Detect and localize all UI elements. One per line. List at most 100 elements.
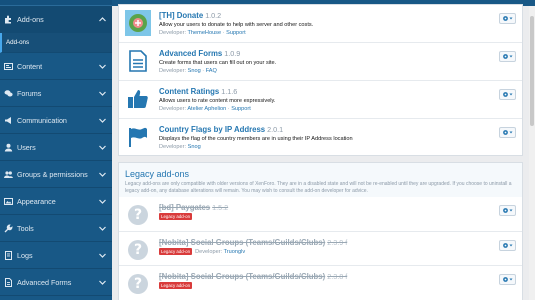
form-icon — [4, 277, 13, 287]
addon-version: 2.0.1 — [267, 125, 284, 134]
main-content: [TH] Donate 1.0.2 Allow your users to don… — [112, 0, 535, 300]
sidebar-item-users[interactable]: Users — [0, 134, 112, 161]
question-icon: ? — [125, 237, 151, 263]
chevron-down-icon — [98, 62, 106, 70]
addon-description: Displays the flag of the country members… — [159, 136, 353, 142]
scrollbar-thumb[interactable] — [530, 16, 534, 126]
developer-link[interactable]: ThemeHouse — [188, 30, 222, 36]
legacy-header: Legacy add-ons Legacy add-ons are only c… — [119, 163, 522, 197]
sidebar-subitem-add-ons[interactable]: Add-ons — [0, 33, 112, 53]
addon-developer: Developer: Atelier Aphelion · Support — [159, 106, 251, 112]
addon-description: Allows users to rate content more expres… — [159, 98, 276, 104]
addon-version: 1.5.2 — [212, 203, 229, 212]
gear-menu-button[interactable] — [499, 240, 516, 251]
addon-description: Create forms that users can fill out on … — [159, 60, 277, 66]
gear-menu-button[interactable] — [499, 127, 516, 138]
logs-icon — [4, 250, 13, 260]
donate-logo-icon — [125, 10, 151, 36]
addon-row: Content Ratings 1.1.6 Allows users to rat… — [119, 81, 522, 119]
faq-link[interactable]: FAQ — [206, 68, 217, 74]
gear-menu-button[interactable] — [499, 205, 516, 216]
image-icon — [4, 197, 13, 206]
addon-version: 1.1.6 — [221, 87, 238, 96]
addon-version: 2.3.8 f — [327, 272, 348, 281]
legacy-heading: Legacy add-ons — [125, 169, 190, 179]
user-icon — [4, 143, 13, 152]
gear-menu-button[interactable] — [499, 274, 516, 285]
addon-title[interactable]: Advanced Forms 1.0.9 — [159, 48, 516, 59]
chevron-down-icon — [98, 116, 106, 124]
chevron-down-icon — [98, 143, 106, 151]
sidebar-item-logs[interactable]: Logs — [0, 242, 112, 269]
legacy-badge: Legacy add-on — [159, 248, 193, 256]
megaphone-icon — [4, 116, 13, 125]
legacy-badge: Legacy add-on — [159, 282, 193, 290]
wrench-icon — [4, 223, 13, 233]
gear-menu-button[interactable] — [499, 13, 516, 24]
question-icon: ? — [125, 271, 151, 297]
sidebar-item-communication[interactable]: Communication — [0, 107, 112, 134]
groups-icon — [4, 170, 13, 179]
flag-icon — [125, 124, 151, 150]
gear-menu-button[interactable] — [499, 89, 516, 100]
developer-link[interactable]: Snog — [188, 144, 201, 150]
sidebar-item-label: Content — [17, 61, 43, 71]
addon-title[interactable]: [bd] Paygates 1.5.2 — [159, 202, 516, 213]
sidebar-item-content[interactable]: Content — [0, 53, 112, 80]
gear-menu-button[interactable] — [499, 51, 516, 62]
support-link[interactable]: Support — [231, 106, 251, 112]
sidebar-item-label: Appearance — [17, 196, 56, 206]
addon-title[interactable]: Country Flags by IP Address 2.0.1 — [159, 124, 516, 135]
sidebar-item-label: Add-ons — [17, 14, 44, 24]
puzzle-icon — [4, 15, 13, 24]
scrollbar[interactable] — [529, 6, 535, 300]
sidebar-item-label: Logs — [17, 250, 33, 260]
chevron-down-icon — [98, 89, 106, 97]
developer-link[interactable]: Atelier Aphelion — [187, 106, 226, 112]
sidebar-item-advanced-forms[interactable]: Advanced Forms — [0, 269, 112, 296]
installed-addons-list: [TH] Donate 1.0.2 Allow your users to don… — [118, 4, 523, 156]
sidebar-item-appearance[interactable]: Appearance — [0, 188, 112, 215]
addon-title[interactable]: [Nobita] Social Groups (Teams/Guilds/Clu… — [159, 237, 516, 248]
legacy-addon-row: ? [bd] Paygates 1.5.2 Legacy add-on — [119, 197, 522, 232]
legacy-addon-row: ? [Nobita] Social Groups (Teams/Guilds/C… — [119, 266, 522, 300]
sidebar-item-forums[interactable]: Forums — [0, 80, 112, 107]
question-icon: ? — [125, 202, 151, 228]
addon-version: 1.0.2 — [205, 11, 222, 20]
addon-developer: Developer: Snog — [159, 144, 201, 150]
legacy-addon-row: ? [Nobita] Social Groups (Teams/Guilds/C… — [119, 232, 522, 266]
document-icon — [125, 48, 151, 74]
addon-version: 1.0.9 — [224, 49, 241, 58]
forums-icon — [4, 89, 13, 98]
sidebar-item-label: Advanced Forms — [17, 277, 72, 287]
sidebar-item-label: Users — [17, 142, 36, 152]
sidebar-item-groups-permissions[interactable]: Groups & permissions — [0, 161, 112, 188]
chevron-up-icon — [98, 15, 106, 23]
sidebar-item-label: Tools — [17, 223, 34, 233]
addon-developer: Developer: ThemeHouse · Support — [159, 30, 246, 36]
legacy-addons-list: Legacy add-ons Legacy add-ons are only c… — [118, 162, 523, 300]
chevron-down-icon — [98, 197, 106, 205]
sidebar-item-label: Communication — [17, 115, 67, 125]
addon-title[interactable]: [TH] Donate 1.0.2 — [159, 10, 516, 21]
sidebar-item-tools[interactable]: Tools — [0, 215, 112, 242]
support-link[interactable]: Support — [226, 30, 246, 36]
sidebar-item-label: Forums — [17, 88, 42, 98]
addon-title[interactable]: Content Ratings 1.1.6 — [159, 86, 516, 97]
chevron-down-icon — [98, 278, 106, 286]
content-icon — [4, 62, 13, 71]
admin-sidebar: Add-ons Add-ons Content Forums Communica… — [0, 0, 112, 300]
sidebar-item-add-ons[interactable]: Add-ons — [0, 6, 112, 33]
addon-version: 2.3.9 f — [327, 238, 348, 247]
developer-link[interactable]: Snog — [188, 68, 201, 74]
sidebar-item-label: Groups & permissions — [17, 169, 88, 179]
addon-description: Allow your users to donate to help with … — [159, 22, 314, 28]
legacy-badge: Legacy add-on — [159, 213, 193, 221]
addon-row: [TH] Donate 1.0.2 Allow your users to don… — [119, 5, 522, 43]
legacy-note: Legacy add-ons are only compatible with … — [125, 181, 512, 194]
chevron-down-icon — [98, 224, 106, 232]
developer-link[interactable]: Truonglv — [224, 249, 246, 255]
addon-row: Advanced Forms 1.0.9 Create forms that us… — [119, 43, 522, 81]
chevron-down-icon — [98, 170, 106, 178]
addon-title[interactable]: [Nobita] Social Groups (Teams/Guilds/Clu… — [159, 271, 516, 282]
